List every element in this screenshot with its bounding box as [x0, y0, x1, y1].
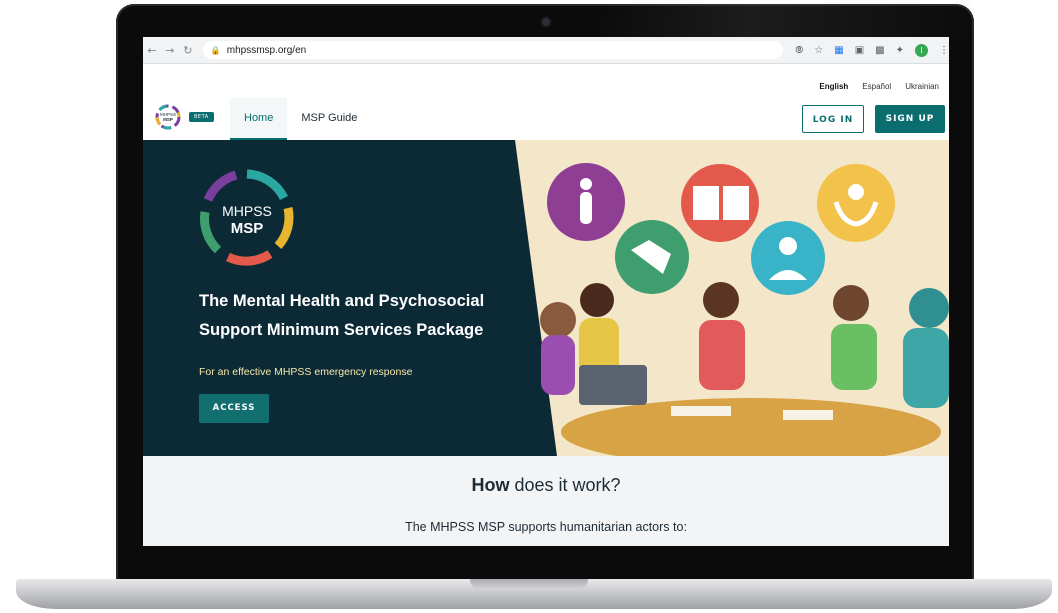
main-nav: Home MSP Guide	[230, 98, 371, 140]
how-it-works-section: How does it work? The MHPSS MSP supports…	[143, 456, 949, 546]
person-left	[540, 302, 576, 395]
lang-espanol[interactable]: Español	[862, 82, 891, 91]
site-header: English Español Ukrainian MHPSS MSP BETA…	[143, 64, 949, 141]
hero-logo-bottom: MSP	[231, 220, 264, 237]
browser-window: ← → ↻ 🔒 mhpssmsp.org/en ⦾ ☆ ▦ ▣ ▩ ✦ I ⋮ …	[143, 37, 949, 546]
caring-hands-icon	[817, 164, 895, 242]
puzzle-icon[interactable]: ✦	[896, 45, 904, 56]
url-text: mhpssmsp.org/en	[226, 44, 307, 56]
book-icon	[681, 164, 759, 242]
paper-on-table	[671, 406, 731, 416]
how-intro: The MHPSS MSP supports humanitarian acto…	[405, 520, 687, 534]
hero-banner: MHPSS MSP The Mental Health and Psychoso…	[143, 140, 949, 456]
laptop-in-illustration	[579, 365, 647, 405]
profile-avatar[interactable]: I	[915, 43, 928, 57]
how-title: How does it work?	[143, 475, 949, 496]
signup-button[interactable]: SIGN UP	[875, 105, 945, 133]
hero-subtitle: For an effective MHPSS emergency respons…	[199, 366, 413, 378]
lang-english[interactable]: English	[819, 82, 848, 91]
lock-icon: 🔒	[210, 45, 221, 55]
mhpss-msp-logo[interactable]: MHPSS MSP	[153, 102, 183, 132]
star-icon[interactable]: ☆	[814, 45, 823, 56]
how-title-bold: How	[471, 475, 510, 495]
hero-title-line2: Support Minimum Services Package	[199, 321, 484, 339]
camera-icon	[542, 18, 550, 26]
kebab-menu-icon[interactable]: ⋮	[939, 45, 949, 56]
doctor-icon	[751, 221, 825, 295]
translate-icon[interactable]: ▦	[834, 45, 843, 56]
reload-icon[interactable]: ↻	[179, 44, 197, 57]
nav-msp-guide[interactable]: MSP Guide	[287, 98, 371, 140]
media-icon[interactable]: ▩	[875, 45, 884, 56]
address-bar[interactable]: 🔒 mhpssmsp.org/en	[202, 41, 784, 59]
hero-logo: MHPSS MSP	[200, 169, 294, 266]
nav-home[interactable]: Home	[230, 98, 288, 140]
language-switcher: English Español Ukrainian	[819, 82, 939, 91]
login-button[interactable]: LOG IN	[802, 105, 864, 133]
person-teal-hijab	[903, 288, 949, 408]
person-red-jacket	[699, 282, 745, 390]
lang-ukrainian[interactable]: Ukrainian	[905, 82, 939, 91]
logo-small-bottom: MSP	[163, 117, 173, 122]
access-button[interactable]: ACCESS	[199, 394, 269, 423]
eye-off-icon[interactable]: ⦾	[795, 45, 803, 56]
how-title-rest: does it work?	[509, 475, 621, 495]
hero-logo-top: MHPSS	[222, 203, 272, 219]
accessibility-icon	[547, 163, 625, 241]
browser-extensions: ⦾ ☆ ▦ ▣ ▩ ✦ I ⋮	[795, 43, 949, 57]
extension-icon[interactable]: ▣	[855, 45, 864, 56]
hero-title: The Mental Health and Psychosocial Suppo…	[199, 287, 529, 345]
arrow-left-icon[interactable]: ←	[143, 44, 161, 57]
hero-title-line1: The Mental Health and Psychosocial	[199, 292, 485, 310]
paper-on-table	[783, 410, 833, 420]
arrow-right-icon[interactable]: →	[161, 44, 179, 57]
laptop-notch	[470, 579, 588, 590]
hands-icon	[615, 220, 689, 294]
browser-toolbar: ← → ↻ 🔒 mhpssmsp.org/en ⦾ ☆ ▦ ▣ ▩ ✦ I ⋮	[143, 37, 949, 64]
beta-badge: BETA	[189, 112, 214, 122]
